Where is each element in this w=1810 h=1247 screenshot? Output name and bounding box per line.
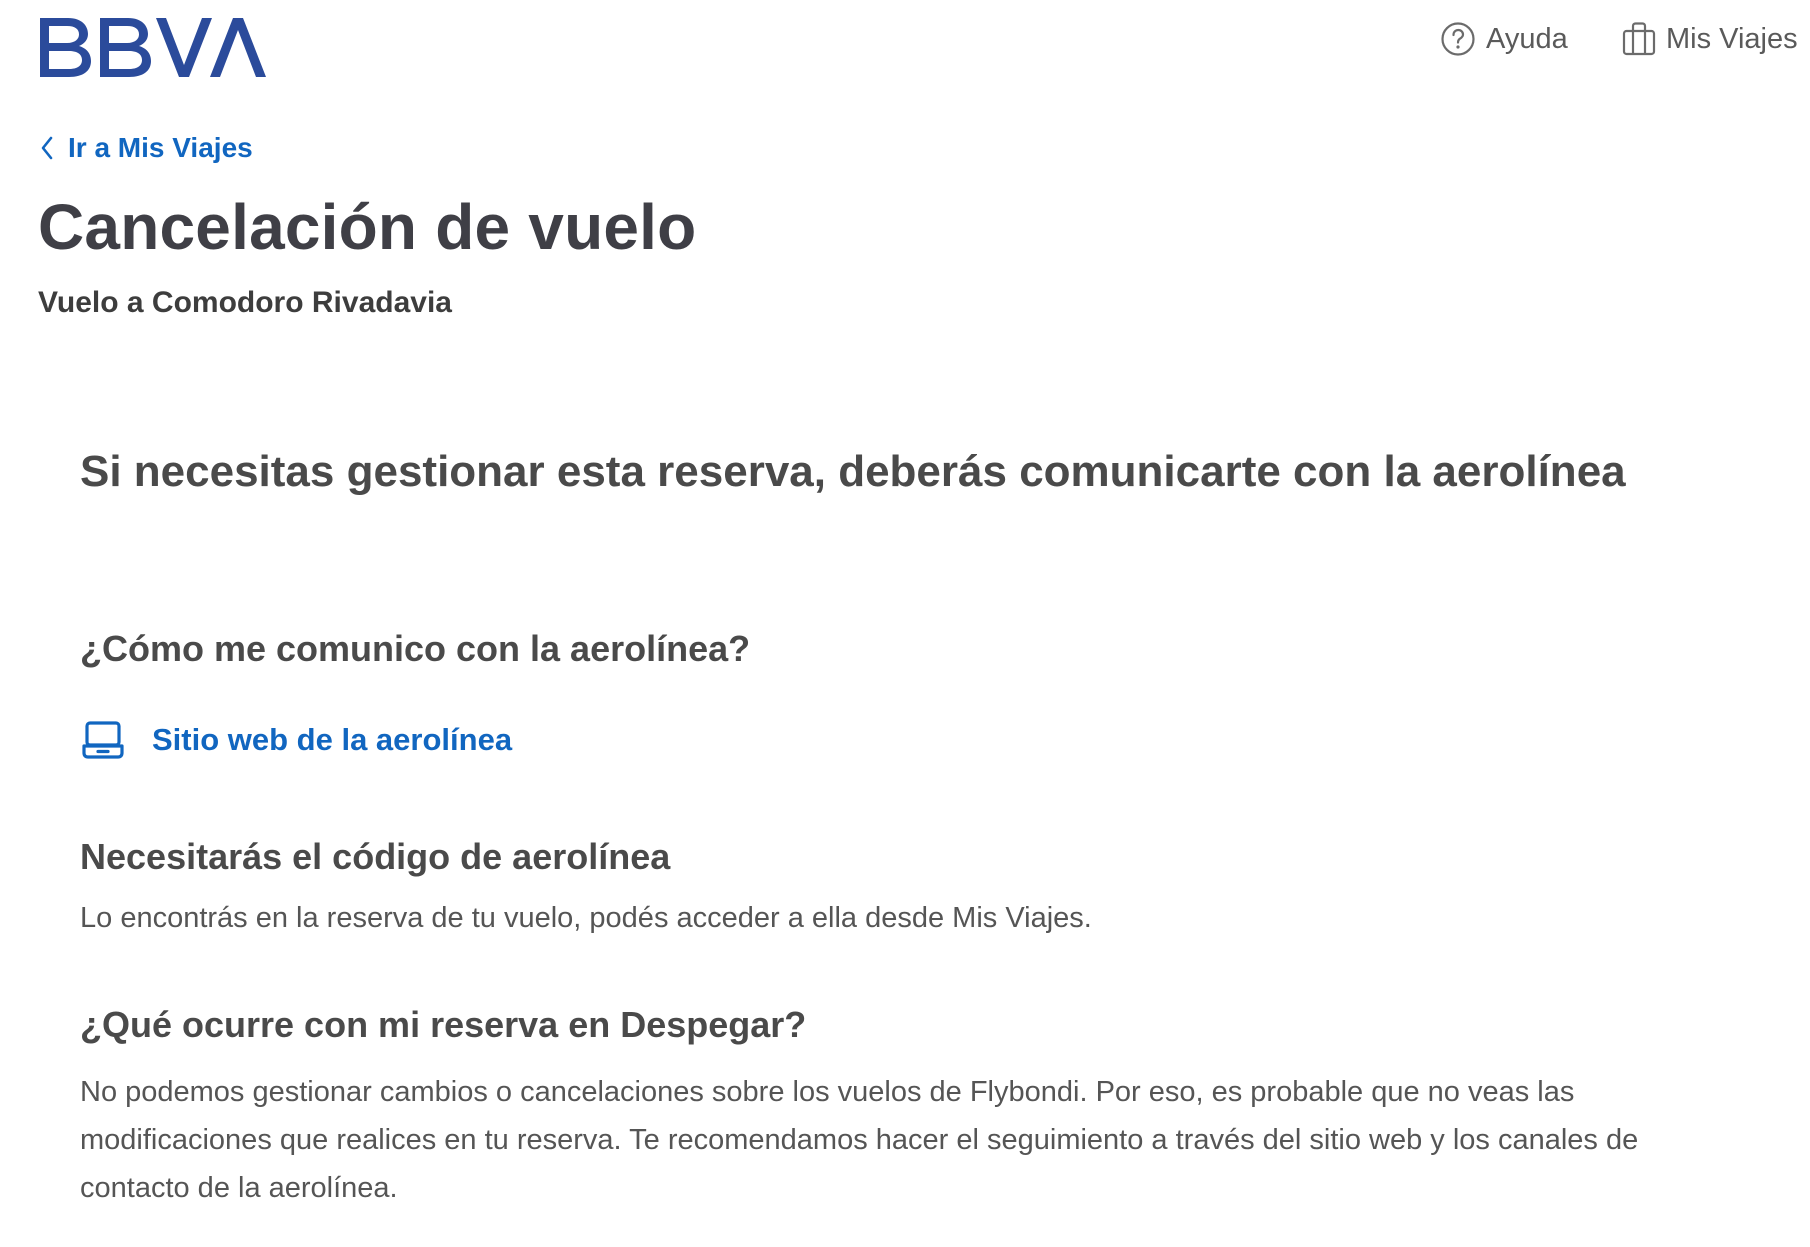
help-label: Ayuda: [1486, 22, 1568, 55]
airline-website-label: Sitio web de la aerolínea: [152, 722, 513, 757]
despegar-section-heading: ¿Qué ocurre con mi reserva en Despegar?: [80, 1004, 807, 1045]
chevron-left-icon: [41, 136, 53, 160]
page-subtitle: Vuelo a Comodoro Rivadavia: [38, 286, 452, 319]
back-to-my-trips-link[interactable]: Ir a Mis Viajes: [40, 132, 253, 164]
main-content: Si necesitas gestionar esta reserva, deb…: [80, 440, 1720, 1204]
airline-website-link[interactable]: Sitio web de la aerolínea: [82, 720, 512, 760]
bbva-logo[interactable]: [38, 10, 273, 80]
page-header: Ayuda Mis Viajes: [0, 0, 1810, 96]
contact-section-heading: ¿Cómo me comunico con la aerolínea?: [80, 628, 751, 669]
help-link[interactable]: Ayuda: [1440, 18, 1568, 60]
laptop-icon: [82, 721, 124, 759]
page-title: Cancelación de vuelo: [38, 191, 697, 263]
main-heading: Si necesitas gestionar esta reserva, deb…: [80, 447, 1626, 496]
question-circle-icon: [1441, 22, 1475, 56]
bbva-logo-mark: [40, 18, 266, 77]
my-trips-link[interactable]: Mis Viajes: [1622, 18, 1798, 60]
airline-code-heading: Necesitarás el código de aerolínea: [80, 836, 671, 877]
despegar-section-description: No podemos gestionar cambios o cancelaci…: [80, 1076, 1639, 1204]
airline-code-description: Lo encontrás en la reserva de tu vuelo, …: [80, 902, 1092, 934]
suitcase-icon: [1622, 22, 1656, 56]
my-trips-label: Mis Viajes: [1666, 22, 1798, 55]
back-link-label: Ir a Mis Viajes: [68, 132, 253, 163]
